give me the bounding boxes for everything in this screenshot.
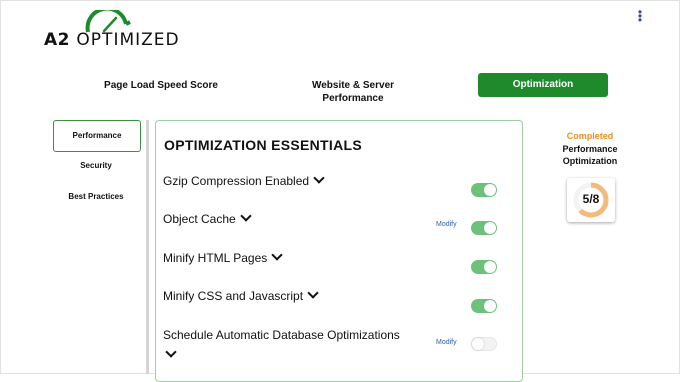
toggle-knob — [484, 261, 496, 273]
option-row-db-optimizations: Schedule Automatic Database Optimization… — [156, 328, 522, 358]
option-label-row[interactable]: Gzip Compression Enabled — [163, 172, 325, 189]
nav-item-security[interactable]: Security — [53, 161, 139, 173]
toggle-minify-html[interactable] — [471, 260, 497, 274]
option-label-row[interactable]: Object Cache — [163, 210, 252, 227]
option-label: Schedule Automatic Database Optimization… — [163, 328, 400, 342]
score-value: 5/8 — [582, 192, 600, 206]
toggle-knob — [484, 300, 496, 312]
option-label: Minify HTML Pages — [163, 251, 268, 265]
a2-optimized-logo: A2 OPTIMIZED — [44, 10, 179, 52]
chevron-down-icon[interactable] — [271, 249, 283, 261]
nav-divider — [146, 120, 149, 374]
completed-status: Completed — [566, 131, 614, 141]
option-label: Gzip Compression Enabled — [163, 174, 310, 188]
option-label-row[interactable]: Minify HTML Pages — [163, 249, 283, 266]
toggle-object-cache[interactable] — [471, 221, 497, 235]
tab-page-load-speed-score[interactable]: Page Load Speed Score — [96, 79, 226, 92]
chevron-down-icon[interactable] — [313, 172, 325, 184]
kebab-menu-icon[interactable]: • • • — [636, 6, 644, 26]
logo-optimized: OPTIMIZED — [76, 30, 180, 50]
option-row-minify-css-js: Minify CSS and Javascript — [156, 287, 522, 319]
option-label-row[interactable]: Schedule Automatic Database Optimization… — [163, 328, 400, 343]
option-label: Minify CSS and Javascript — [163, 289, 304, 303]
toggle-knob — [472, 338, 484, 350]
toggle-knob — [484, 222, 496, 234]
tab-website-server-performance[interactable]: Website & Server Performance — [298, 79, 408, 105]
panel-title: OPTIMIZATION ESSENTIALS — [164, 137, 362, 153]
logo-a2: A2 — [44, 30, 70, 50]
option-label: Object Cache — [163, 212, 236, 226]
toggle-minify-css-js[interactable] — [471, 299, 497, 313]
modify-link-object-cache[interactable]: Modify — [436, 221, 457, 228]
toggle-db-optimizations[interactable] — [471, 337, 497, 351]
score-title: Performance Optimization — [562, 144, 618, 166]
chevron-down-icon[interactable] — [307, 287, 319, 299]
chevron-down-icon[interactable] — [240, 210, 252, 222]
score-card: 5/8 — [567, 178, 615, 222]
option-row-minify-html: Minify HTML Pages — [156, 249, 522, 281]
toggle-gzip[interactable] — [471, 183, 497, 197]
tab-optimization[interactable]: Optimization — [478, 73, 608, 97]
toggle-knob — [484, 184, 496, 196]
optimization-essentials-panel: OPTIMIZATION ESSENTIALS Gzip Compression… — [155, 120, 523, 382]
chevron-down-icon[interactable] — [165, 346, 177, 358]
modify-link-db-optimizations[interactable]: Modify — [436, 339, 457, 346]
nav-item-performance[interactable]: Performance — [53, 120, 141, 152]
nav-item-best-practices[interactable]: Best Practices — [53, 192, 139, 204]
option-label-row[interactable]: Minify CSS and Javascript — [163, 287, 319, 304]
logo-wordmark: A2 OPTIMIZED — [44, 30, 180, 50]
option-row-object-cache: Object Cache Modify — [156, 210, 522, 242]
option-row-gzip: Gzip Compression Enabled — [156, 172, 522, 204]
